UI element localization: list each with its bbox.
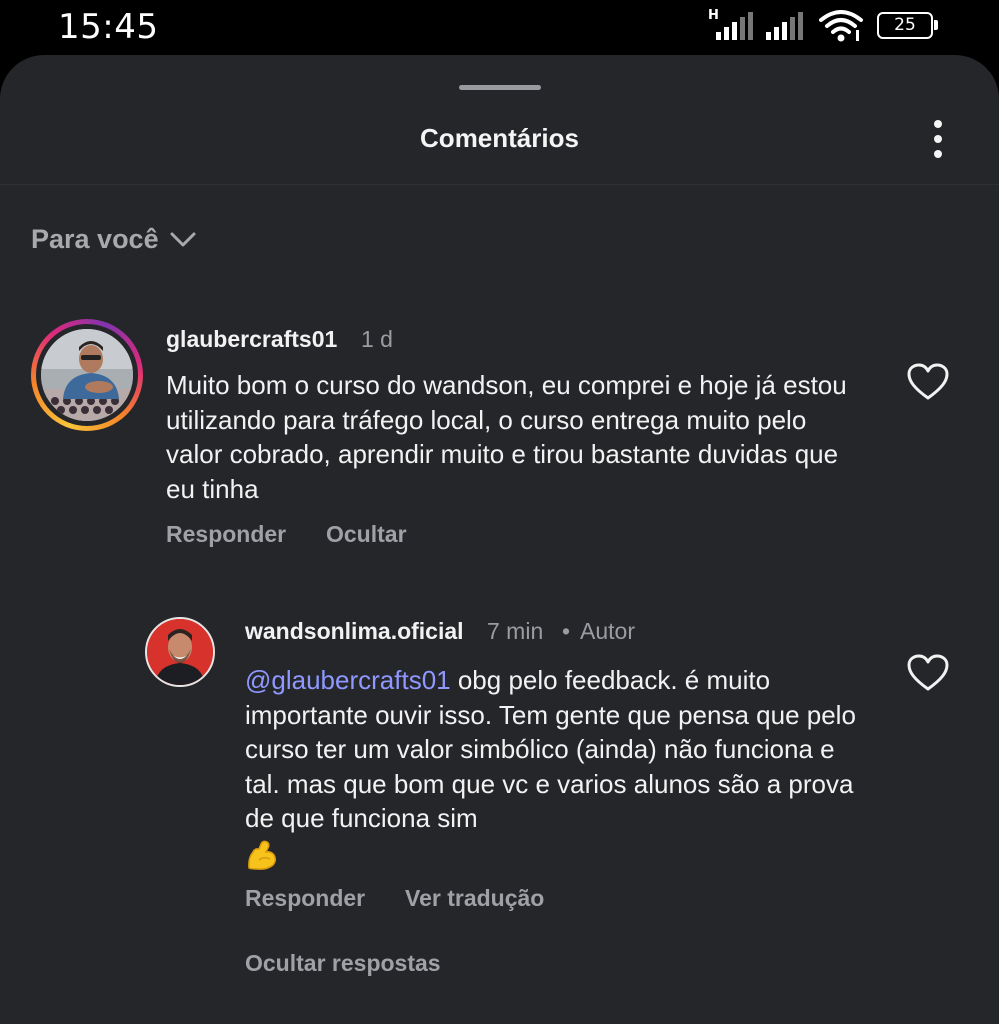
status-time: 15:45	[58, 7, 159, 47]
translate-button[interactable]: Ver tradução	[405, 885, 544, 912]
battery-icon: 25	[877, 12, 938, 39]
chevron-down-icon	[170, 232, 196, 246]
hide-button[interactable]: Ocultar	[326, 521, 407, 548]
like-button[interactable]	[906, 362, 950, 402]
comment-username[interactable]: glaubercrafts01	[166, 326, 337, 353]
sort-dropdown[interactable]: Para você	[31, 224, 197, 255]
sheet-title: Comentários	[420, 123, 579, 153]
meta-separator: •	[562, 618, 571, 644]
like-button[interactable]	[906, 653, 950, 693]
signal-icon: H	[708, 8, 756, 45]
reply-button[interactable]: Responder	[245, 885, 365, 912]
hide-replies-button[interactable]: Ocultar respostas	[245, 950, 441, 977]
sort-label: Para você	[31, 224, 159, 254]
network-type-label: H	[708, 8, 719, 23]
header-divider	[0, 184, 999, 185]
more-options-button[interactable]	[920, 115, 956, 165]
avatar[interactable]	[145, 617, 215, 687]
author-badge: Autor	[580, 618, 635, 644]
comment-time: 1 d	[361, 326, 393, 352]
reply-button[interactable]: Responder	[166, 521, 286, 548]
battery-level: 25	[894, 15, 916, 35]
avatar[interactable]	[41, 329, 133, 421]
signal-icon	[766, 12, 808, 45]
heart-icon	[907, 363, 949, 400]
more-vertical-icon	[934, 120, 942, 128]
mention-link[interactable]: @glaubercrafts01	[245, 665, 451, 695]
heart-icon	[907, 654, 949, 691]
reply-text: @glaubercrafts01 obg pelo feedback. é mu…	[245, 663, 865, 872]
flexed-biceps-icon	[248, 840, 277, 870]
drag-handle[interactable]	[459, 85, 541, 90]
wifi-icon	[818, 8, 864, 49]
reply-time: 7 min	[487, 618, 544, 644]
comment-text: Muito bom o curso do wandson, eu comprei…	[166, 370, 847, 504]
status-bar: 15:45 H 25	[0, 0, 999, 55]
reply-username[interactable]: wandsonlima.oficial	[245, 618, 464, 645]
comments-sheet: Comentários Para você glaubercrafts01 1 …	[0, 55, 999, 1024]
